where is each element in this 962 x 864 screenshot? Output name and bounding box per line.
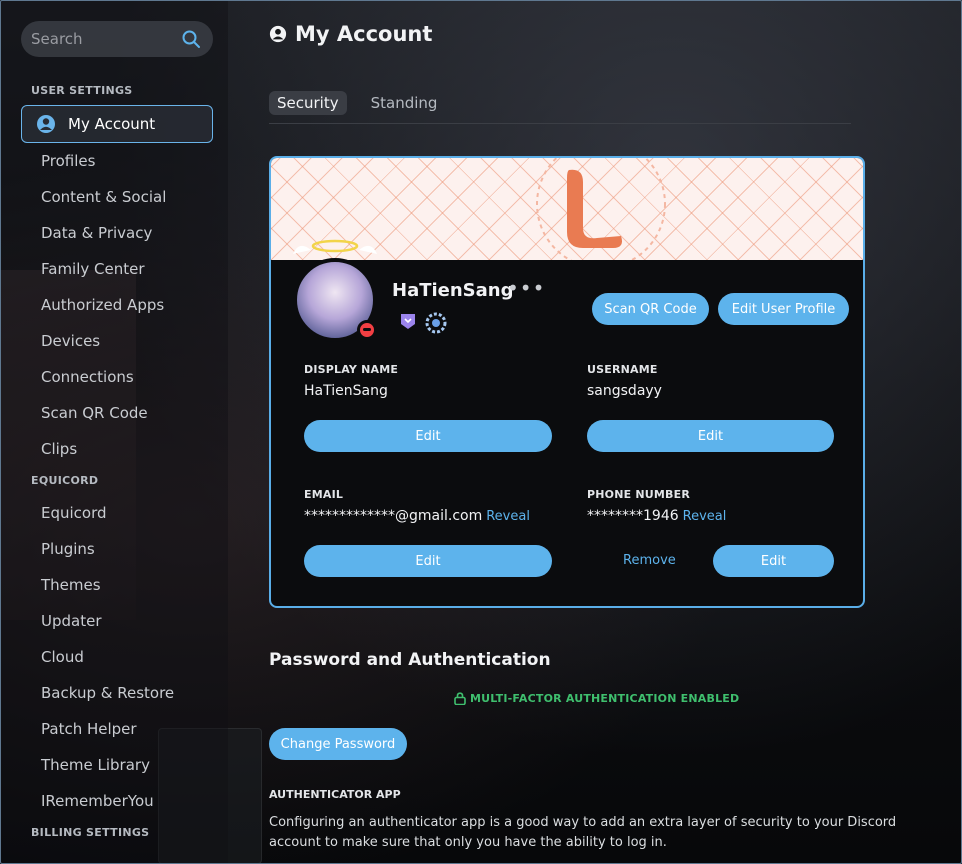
page-title-text: My Account <box>295 22 433 46</box>
sidebar-item-patch-helper[interactable]: Patch Helper <box>41 720 137 738</box>
phone-field: ********1946 Reveal <box>587 508 726 524</box>
edit-user-profile-button[interactable]: Edit User Profile <box>718 293 849 325</box>
email-value: *************@gmail.com <box>304 508 483 524</box>
sidebar-item-content-social[interactable]: Content & Social <box>41 188 166 206</box>
badge-list <box>399 312 447 334</box>
edit-phone-button[interactable]: Edit <box>713 545 834 577</box>
sidebar-item-profiles[interactable]: Profiles <box>41 152 95 170</box>
hypesquad-badge-icon[interactable] <box>399 312 417 330</box>
settings-sidebar: USER SETTINGS My Account Profiles Conten… <box>0 0 228 864</box>
search-icon[interactable] <box>181 29 201 49</box>
section-header-user-settings: USER SETTINGS <box>31 84 133 97</box>
tab-bar: Security Standing <box>269 91 445 115</box>
edit-username-button[interactable]: Edit <box>587 420 834 452</box>
account-card: HaTienSang ••• Scan QR Code Edit User Pr… <box>269 156 865 608</box>
sidebar-item-authorized-apps[interactable]: Authorized Apps <box>41 296 164 314</box>
status-dnd-icon <box>357 320 377 340</box>
sidebar-item-clips[interactable]: Clips <box>41 440 77 458</box>
email-field: *************@gmail.com Reveal <box>304 508 530 524</box>
authenticator-app-title: AUTHENTICATOR APP <box>269 788 401 801</box>
section-header-equicord: EQUICORD <box>31 474 99 487</box>
sidebar-item-family-center[interactable]: Family Center <box>41 260 145 278</box>
user-circle-icon <box>37 115 55 133</box>
profile-username: HaTienSang <box>392 280 514 301</box>
sidebar-item-plugins[interactable]: Plugins <box>41 540 95 558</box>
mfa-status-text: MULTI-FACTOR AUTHENTICATION ENABLED <box>470 692 740 705</box>
username-value: sangsdayy <box>587 383 662 399</box>
avatar-container[interactable] <box>289 232 381 342</box>
sidebar-item-connections[interactable]: Connections <box>41 368 134 386</box>
change-password-button[interactable]: Change Password <box>269 728 407 760</box>
sidebar-item-cloud[interactable]: Cloud <box>41 648 84 666</box>
sidebar-item-devices[interactable]: Devices <box>41 332 100 350</box>
page-title: My Account <box>269 22 432 46</box>
remove-phone-button[interactable]: Remove <box>623 553 676 568</box>
display-name-value: HaTienSang <box>304 383 388 399</box>
boost-badge-icon[interactable] <box>425 312 447 334</box>
sidebar-item-backup-restore[interactable]: Backup & Restore <box>41 684 174 702</box>
tab-divider <box>269 123 851 124</box>
edit-display-name-button[interactable]: Edit <box>304 420 552 452</box>
section-header-billing-settings: BILLING SETTINGS <box>31 826 150 839</box>
phone-label: PHONE NUMBER <box>587 488 691 501</box>
authenticator-app-description: Configuring an authenticator app is a go… <box>269 815 897 850</box>
phone-reveal-link[interactable]: Reveal <box>683 509 727 524</box>
sidebar-item-my-account[interactable]: My Account <box>21 105 213 143</box>
sidebar-item-scan-qr-code[interactable]: Scan QR Code <box>41 404 148 422</box>
tab-security[interactable]: Security <box>269 91 347 115</box>
sidebar-item-themes[interactable]: Themes <box>41 576 101 594</box>
email-reveal-link[interactable]: Reveal <box>486 509 530 524</box>
display-name-label: DISPLAY NAME <box>304 363 399 376</box>
search-input[interactable] <box>31 30 181 48</box>
user-circle-icon <box>269 25 287 43</box>
sidebar-item-theme-library[interactable]: Theme Library <box>41 756 150 774</box>
banner-logo-icon <box>536 158 666 260</box>
sidebar-item-irememberyou[interactable]: IRememberYou <box>41 792 154 810</box>
sidebar-item-updater[interactable]: Updater <box>41 612 102 630</box>
tab-standing[interactable]: Standing <box>363 91 446 115</box>
scan-qr-code-button[interactable]: Scan QR Code <box>592 293 709 325</box>
email-label: EMAIL <box>304 488 344 501</box>
phone-value: ********1946 <box>587 508 679 524</box>
sidebar-item-data-privacy[interactable]: Data & Privacy <box>41 224 152 242</box>
search-box[interactable] <box>21 21 213 57</box>
mfa-status-badge: MULTI-FACTOR AUTHENTICATION ENABLED <box>454 692 739 705</box>
more-options-icon[interactable]: ••• <box>507 276 545 300</box>
sidebar-item-label: My Account <box>68 115 156 133</box>
sidebar-item-equicord[interactable]: Equicord <box>41 504 107 522</box>
username-label: USERNAME <box>587 363 658 376</box>
edit-email-button[interactable]: Edit <box>304 545 552 577</box>
lock-icon <box>454 692 466 705</box>
password-auth-title: Password and Authentication <box>269 650 551 670</box>
